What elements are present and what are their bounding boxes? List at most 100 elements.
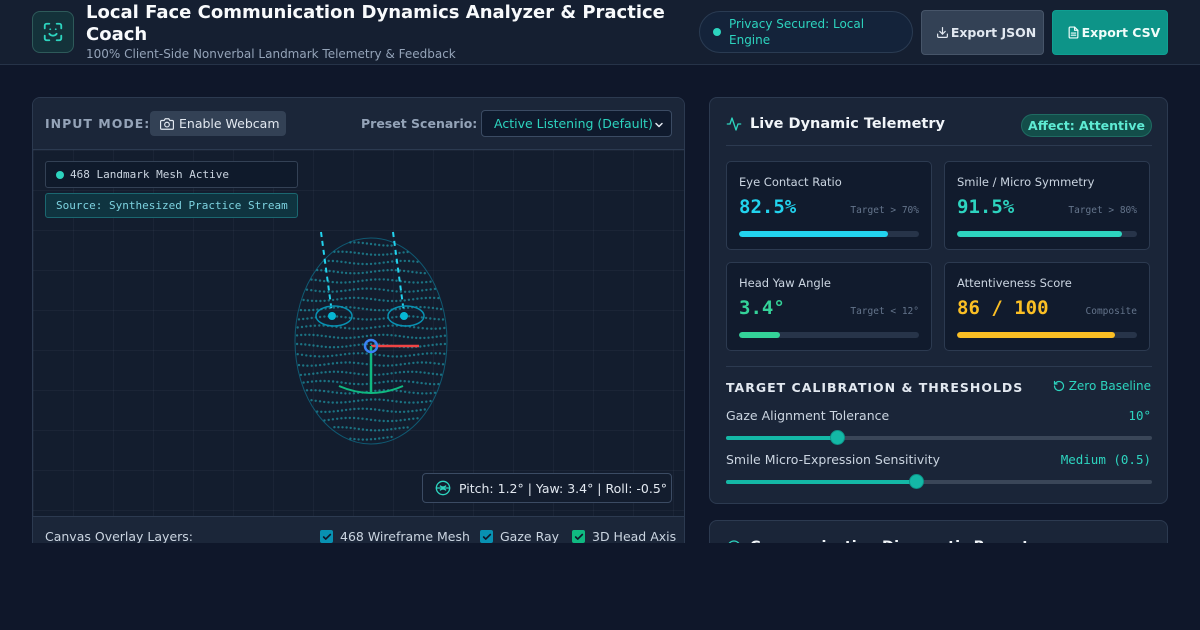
- landmark-point: [390, 380, 394, 383]
- landmark-point: [369, 326, 373, 329]
- landmark-point: [300, 333, 303, 337]
- landmark-point: [339, 353, 342, 356]
- landmark-point: [417, 353, 420, 356]
- landmark-point: [425, 392, 428, 395]
- landmark-point: [407, 315, 411, 318]
- landmark-point: [344, 271, 348, 275]
- landmark-point: [420, 400, 424, 404]
- landmark-point: [305, 325, 308, 328]
- metric-progress-bar: [739, 231, 919, 237]
- landmark-point: [327, 290, 330, 293]
- landmark-point: [403, 418, 406, 421]
- landmark-point: [431, 306, 435, 310]
- eye-contact-card: Eye Contact Ratio 82.5% Target > 70%: [726, 161, 932, 250]
- smile-sensitivity-slider[interactable]: [726, 474, 1152, 489]
- metric-progress-bar: [957, 332, 1137, 338]
- landmark-point: [425, 400, 428, 403]
- landmark-point: [423, 371, 426, 374]
- gaze-tolerance-slider[interactable]: [726, 430, 1152, 445]
- landmark-point: [373, 437, 377, 441]
- landmark-point: [320, 371, 323, 374]
- zero-baseline-button[interactable]: Zero Baseline: [1053, 379, 1151, 393]
- landmark-point: [382, 409, 385, 412]
- app-title: Local Face Communication Dynamics Analyz…: [86, 2, 665, 45]
- landmark-point: [433, 296, 436, 300]
- slider-thumb[interactable]: [829, 430, 845, 445]
- landmark-point: [348, 416, 351, 420]
- checkbox-checked-icon: [572, 530, 585, 543]
- landmark-point: [369, 253, 373, 256]
- landmark-point: [365, 382, 368, 386]
- landmark-point: [407, 362, 411, 365]
- landmark-point: [344, 316, 347, 319]
- landmark-point: [437, 318, 440, 321]
- landmark-point: [406, 336, 410, 339]
- landmark-point: [349, 251, 352, 254]
- slider-thumb[interactable]: [908, 474, 924, 489]
- landmark-point: [349, 426, 352, 430]
- wireframe-mesh-checkbox[interactable]: 468 Wireframe Mesh: [320, 529, 470, 544]
- metric-label: Eye Contact Ratio: [739, 175, 842, 189]
- landmark-point: [365, 407, 369, 410]
- landmark-point: [369, 429, 373, 432]
- enable-webcam-button[interactable]: Enable Webcam: [150, 111, 286, 136]
- landmark-point: [340, 297, 343, 300]
- landmark-point: [421, 327, 424, 330]
- landmark-point: [353, 272, 356, 275]
- landmark-point: [423, 272, 426, 275]
- landmark-point: [373, 429, 377, 432]
- landmark-point: [331, 401, 334, 404]
- privacy-status-badge: Privacy Secured: Local Engine: [699, 11, 913, 53]
- preset-scenario-select[interactable]: Active Listening (Default): [481, 110, 672, 137]
- landmark-point: [340, 260, 343, 263]
- landmark-point: [386, 364, 390, 367]
- calibration-title: TARGET CALIBRATION & THRESHOLDS: [726, 380, 1024, 395]
- reset-icon: [1053, 380, 1065, 392]
- head-axis-checkbox[interactable]: 3D Head Axis: [572, 529, 676, 544]
- landmark-point: [305, 354, 308, 357]
- source-text: Source: Synthesized Practice Stream: [56, 199, 288, 212]
- landmark-point: [382, 325, 386, 328]
- landmark-point: [340, 289, 343, 293]
- landmark-point: [419, 371, 422, 374]
- landmark-point: [429, 280, 432, 283]
- landmark-point: [419, 408, 422, 412]
- landmark-point: [340, 361, 343, 364]
- landmark-point: [395, 400, 398, 403]
- landmark-point: [322, 355, 325, 358]
- landmark-point: [324, 345, 327, 349]
- landmark-point: [394, 427, 397, 430]
- landmark-point: [340, 315, 343, 318]
- landmark-point: [319, 379, 322, 383]
- export-csv-button[interactable]: Export CSV: [1052, 10, 1168, 55]
- landmark-point: [395, 419, 398, 422]
- landmark-point: [423, 306, 426, 309]
- landmark-point: [407, 270, 410, 273]
- landmark-point: [336, 417, 339, 420]
- landmark-point: [327, 390, 330, 393]
- landmark-point: [365, 428, 369, 432]
- landmark-point: [361, 373, 364, 376]
- landmark-point: [391, 279, 394, 282]
- landmark-point: [341, 345, 344, 348]
- landmark-point: [320, 269, 323, 272]
- landmark-point: [314, 289, 317, 292]
- landmark-point: [415, 370, 418, 374]
- landmark-point: [361, 279, 364, 282]
- landmark-point: [391, 364, 394, 367]
- landmark-point: [369, 278, 373, 281]
- export-json-button[interactable]: Export JSON: [921, 10, 1044, 55]
- landmark-point: [336, 380, 339, 384]
- landmark-point: [349, 306, 352, 309]
- telemetry-panel: Live Dynamic Telemetry Affect: Attentive…: [709, 97, 1168, 504]
- metric-target: Target < 12°: [850, 306, 919, 317]
- landmark-point: [331, 391, 334, 394]
- landmark-point: [403, 401, 407, 404]
- landmark-point: [386, 260, 390, 264]
- gaze-ray-checkbox[interactable]: Gaze Ray: [480, 529, 559, 544]
- landmark-point: [314, 364, 318, 367]
- landmark-point: [332, 370, 336, 373]
- landmark-point: [373, 270, 377, 273]
- landmark-point: [361, 262, 364, 266]
- metric-value: 82.5%: [739, 196, 797, 218]
